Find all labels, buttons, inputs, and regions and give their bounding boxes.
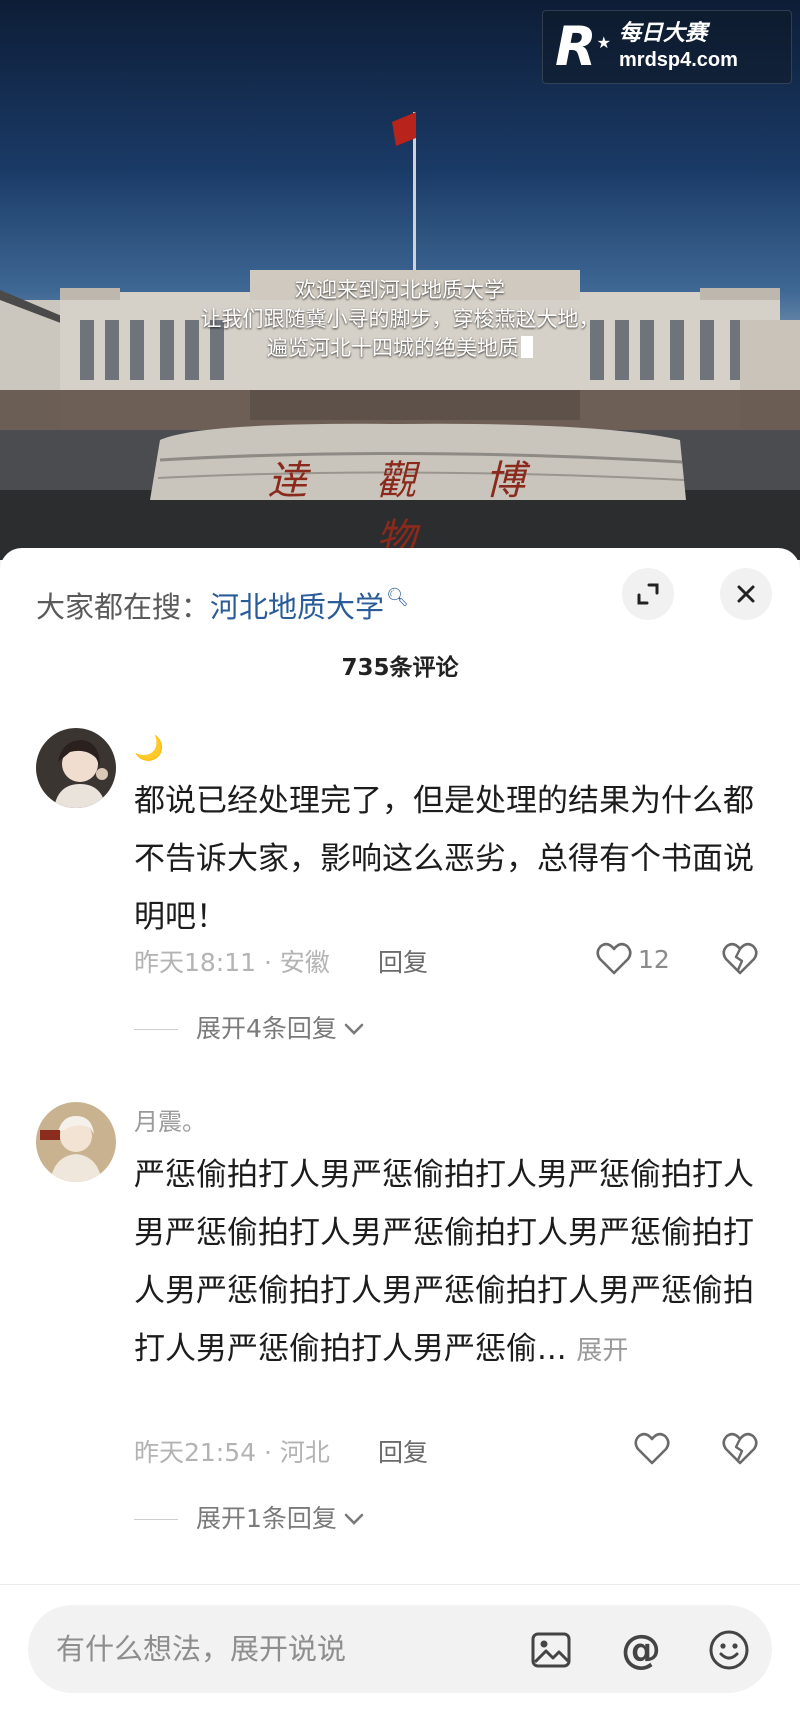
brand-name: 每日大赛	[619, 21, 708, 46]
reply-button[interactable]: 回复	[378, 1436, 428, 1470]
trending-search[interactable]: 大家都在搜：河北地质大学 🔍︎	[36, 578, 409, 627]
text-cursor	[521, 336, 533, 358]
heart-icon	[596, 942, 632, 975]
trending-search-prefix: 大家都在搜：	[36, 590, 211, 624]
chevron-down-icon	[344, 1513, 364, 1525]
watermark: R ★ 每日大赛 mrdsp4.com	[542, 10, 792, 84]
subtitle-line: 让我们跟随冀小寻的脚步，穿梭燕赵大地，	[200, 307, 600, 331]
username[interactable]: 🌙	[134, 732, 164, 764]
divider	[134, 1518, 178, 1520]
comment-input-placeholder: 有什么想法，展开说说	[56, 1632, 347, 1666]
chevron-down-icon	[344, 1023, 364, 1035]
comment-text: 都说已经处理完了，但是处理的结果为什么都不告诉大家，影响这么恶劣，总得有个书面说…	[134, 783, 754, 935]
reply-button[interactable]: 回复	[378, 946, 428, 980]
at-icon: @	[621, 1627, 661, 1673]
trending-search-term[interactable]: 河北地质大学	[210, 590, 384, 624]
like-button[interactable]: 12	[596, 942, 670, 976]
comment-meta: 昨天21:54 · 河北	[134, 1438, 330, 1467]
comment-text: 严惩偷拍打人男严惩偷拍打人男严惩偷拍打人男严惩偷拍打人男严惩偷拍打人男严惩偷拍打…	[134, 1157, 754, 1367]
avatar[interactable]	[36, 1102, 116, 1182]
close-button[interactable]	[720, 568, 772, 620]
expand-replies[interactable]: 展开1条回复	[134, 1502, 365, 1536]
divider	[134, 1028, 178, 1030]
emoji-button[interactable]	[706, 1627, 752, 1673]
dislike-button[interactable]	[722, 942, 758, 980]
emoji-icon	[709, 1630, 749, 1670]
mention-button[interactable]: @	[618, 1627, 664, 1673]
expand-replies-label: 展开1条回复	[196, 1504, 337, 1533]
comment-count: 735条评论	[341, 655, 459, 681]
expand-corner-icon	[637, 583, 659, 605]
close-icon	[737, 585, 755, 603]
subtitle-line: 遍览河北十四城的绝美地质	[0, 334, 800, 363]
image-button[interactable]	[528, 1627, 574, 1673]
expand-text-link[interactable]: 展开	[576, 1336, 628, 1366]
dislike-button[interactable]	[722, 1432, 758, 1470]
comment-sheet: 大家都在搜：河北地质大学 🔍︎ 735条评论 🌙 都说已经处理完了，但是处理的结果…	[0, 548, 800, 1710]
search-icon: 🔍︎	[386, 587, 409, 608]
image-icon	[531, 1632, 571, 1668]
video-subtitles: 欢迎来到河北地质大学 让我们跟随冀小寻的脚步，穿梭燕赵大地， 遍览河北十四城的绝…	[0, 276, 800, 363]
expand-replies[interactable]: 展开4条回复	[134, 1012, 365, 1046]
broken-heart-icon	[722, 1432, 758, 1465]
expand-sheet-button[interactable]	[622, 568, 674, 620]
avatar[interactable]	[36, 728, 116, 808]
heart-icon	[634, 1432, 670, 1465]
comment-input-bar: 有什么想法，展开说说 @	[0, 1584, 800, 1710]
like-button[interactable]	[634, 1432, 676, 1466]
brand-logo: R ★	[555, 15, 611, 78]
stone-inscription: 逹 觀 博 物	[267, 458, 553, 560]
brand-url: mrdsp4.com	[619, 49, 738, 71]
comment-meta: 昨天18:11 · 安徽	[134, 948, 330, 977]
video-player[interactable]: 逹 觀 博 物 欢迎来到河北地质大学 让我们跟随冀小寻的脚步，穿梭燕赵大地， 遍…	[0, 0, 800, 560]
comment-input[interactable]: 有什么想法，展开说说 @	[28, 1605, 772, 1693]
username[interactable]: 月震。	[134, 1106, 206, 1138]
broken-heart-icon	[722, 942, 758, 975]
expand-replies-label: 展开4条回复	[196, 1014, 337, 1043]
subtitle-line: 欢迎来到河北地质大学	[295, 278, 505, 302]
like-count: 12	[638, 944, 670, 974]
